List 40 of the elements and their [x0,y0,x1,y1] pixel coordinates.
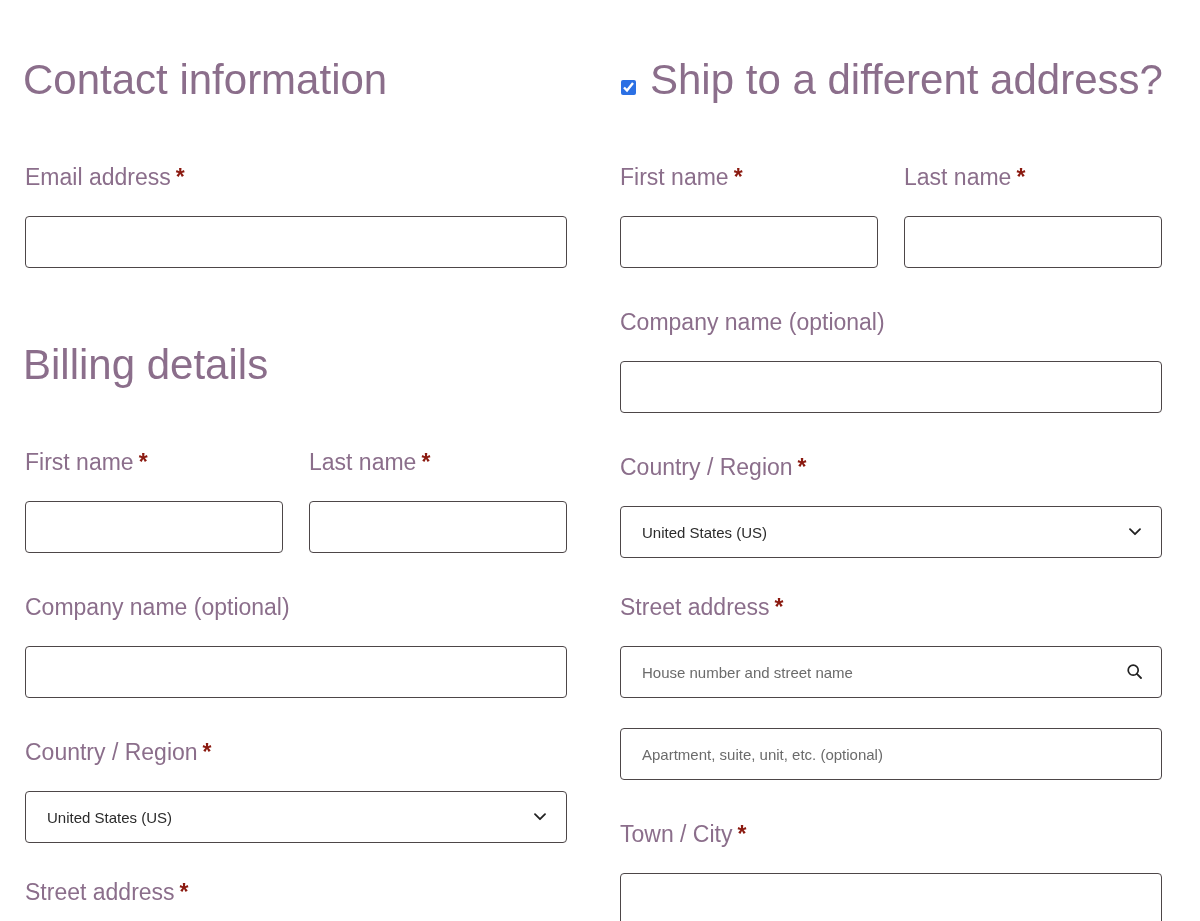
field-label: Last name [904,163,1012,192]
country-select[interactable]: United States (US) [25,791,567,843]
text-input[interactable] [620,361,1162,413]
section-heading: Ship to a different address? [650,55,1163,105]
field-label: Country / Region [25,738,198,767]
required-asterisk: * [138,448,148,477]
required-asterisk: * [737,820,747,849]
field-label: Country / Region [620,453,793,482]
checkbox[interactable] [621,80,636,95]
required-asterisk: * [774,593,784,622]
text-input[interactable] [25,501,283,553]
field-label: Town / City [620,820,733,849]
required-asterisk: * [1016,163,1026,192]
address-input[interactable]: Apartment, suite, unit, etc. (optional) [620,728,1162,780]
required-asterisk: * [733,163,743,192]
section-heading: Contact information [23,55,388,105]
field-label: First name [25,448,134,477]
required-asterisk: * [421,448,431,477]
field-label: Company name (optional) [620,308,885,337]
text-input[interactable] [620,873,1162,921]
required-asterisk: * [179,878,189,907]
field-label: Email address [25,163,171,192]
required-asterisk: * [175,163,185,192]
address-input[interactable]: House number and street name [620,646,1162,698]
chevron-icon [1129,528,1141,536]
field-label: Last name [309,448,417,477]
chevron-icon [534,813,546,821]
required-asterisk: * [202,738,212,767]
field-label: Street address [620,593,770,622]
field-label: First name [620,163,729,192]
text-input[interactable] [25,216,567,268]
field-label: Company name (optional) [25,593,290,622]
field-label: Street address [25,878,175,907]
section-heading: Billing details [23,340,269,390]
text-input[interactable] [25,646,567,698]
text-input[interactable] [904,216,1162,268]
text-input[interactable] [620,216,878,268]
required-asterisk: * [797,453,807,482]
text-input[interactable] [309,501,567,553]
country-select[interactable]: United States (US) [620,506,1162,558]
